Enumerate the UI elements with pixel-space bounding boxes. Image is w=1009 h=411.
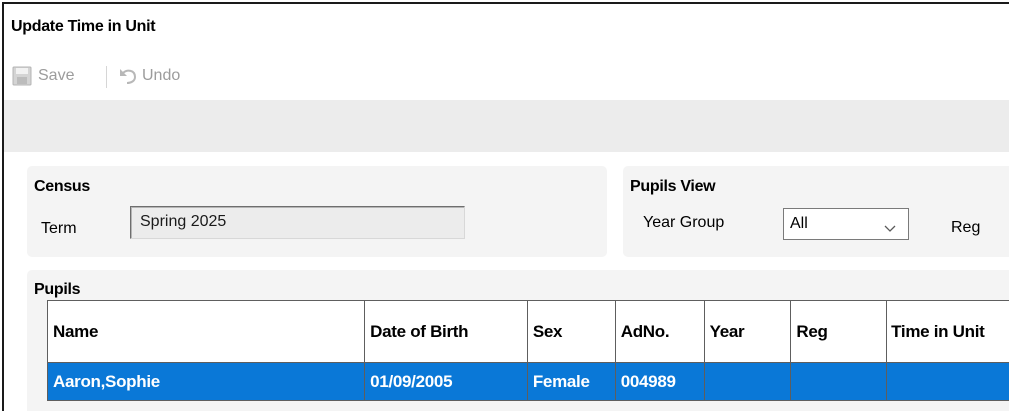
- toolbar-band: [4, 100, 1009, 152]
- census-panel: Census Term Spring 2025: [27, 166, 607, 257]
- column-header-sex[interactable]: Sex: [526, 300, 616, 363]
- table-row[interactable]: Aaron,Sophie 01/09/2005 Female 004989 0: [46, 362, 1009, 401]
- pupils-grid: Name Date of Birth Sex AdNo. Year Reg Ti…: [46, 300, 1009, 401]
- pupils-title: Pupils: [34, 281, 81, 298]
- term-field: Spring 2025: [130, 206, 465, 239]
- column-header-time-in-unit[interactable]: Time in Unit: [886, 300, 1009, 363]
- cell-adno[interactable]: 004989: [614, 362, 705, 401]
- cell-sex[interactable]: Female: [526, 362, 616, 401]
- column-header-reg[interactable]: Reg: [790, 300, 888, 363]
- column-header-year[interactable]: Year: [703, 300, 792, 363]
- year-group-value: All: [790, 215, 808, 232]
- cell-date-of-birth[interactable]: 01/09/2005: [364, 362, 528, 401]
- year-group-label: Year Group: [643, 214, 725, 231]
- save-icon: [12, 66, 32, 86]
- pupils-panel: Pupils Name Date of Birth Sex AdNo. Year…: [27, 270, 1009, 411]
- toolbar-separator: [106, 66, 107, 88]
- cell-time-in-unit[interactable]: 0: [886, 362, 1009, 401]
- undo-icon: [118, 66, 138, 86]
- save-label: Save: [38, 67, 75, 84]
- content-area: Census Term Spring 2025 Pupils View Year…: [4, 152, 1009, 411]
- pupils-view-title: Pupils View: [630, 178, 716, 195]
- pupils-view-panel: Pupils View Year Group All Reg: [623, 166, 1009, 257]
- cell-year[interactable]: [703, 362, 792, 401]
- column-header-date-of-birth[interactable]: Date of Birth: [364, 300, 528, 363]
- table-header-row: Name Date of Birth Sex AdNo. Year Reg Ti…: [46, 300, 1009, 363]
- column-header-name[interactable]: Name: [46, 300, 366, 363]
- census-title: Census: [34, 178, 90, 195]
- title-bar: Update Time in Unit: [4, 4, 1009, 50]
- save-button[interactable]: Save: [12, 64, 74, 88]
- cell-reg[interactable]: [790, 362, 888, 401]
- undo-button[interactable]: Undo: [118, 64, 180, 88]
- window-title: Update Time in Unit: [11, 18, 156, 35]
- pupils-table: Name Date of Birth Sex AdNo. Year Reg Ti…: [46, 300, 1009, 401]
- toolbar: Save Undo: [4, 50, 1009, 100]
- update-time-in-unit-window: Update Time in Unit Save Undo Census Ter…: [2, 2, 1009, 411]
- column-header-adno[interactable]: AdNo.: [614, 300, 705, 363]
- cell-name[interactable]: Aaron,Sophie: [46, 362, 366, 401]
- term-label: Term: [41, 220, 77, 237]
- chevron-down-icon: [884, 220, 896, 238]
- reg-label: Reg: [951, 219, 981, 236]
- year-group-select[interactable]: All: [783, 208, 909, 240]
- undo-label: Undo: [142, 67, 181, 84]
